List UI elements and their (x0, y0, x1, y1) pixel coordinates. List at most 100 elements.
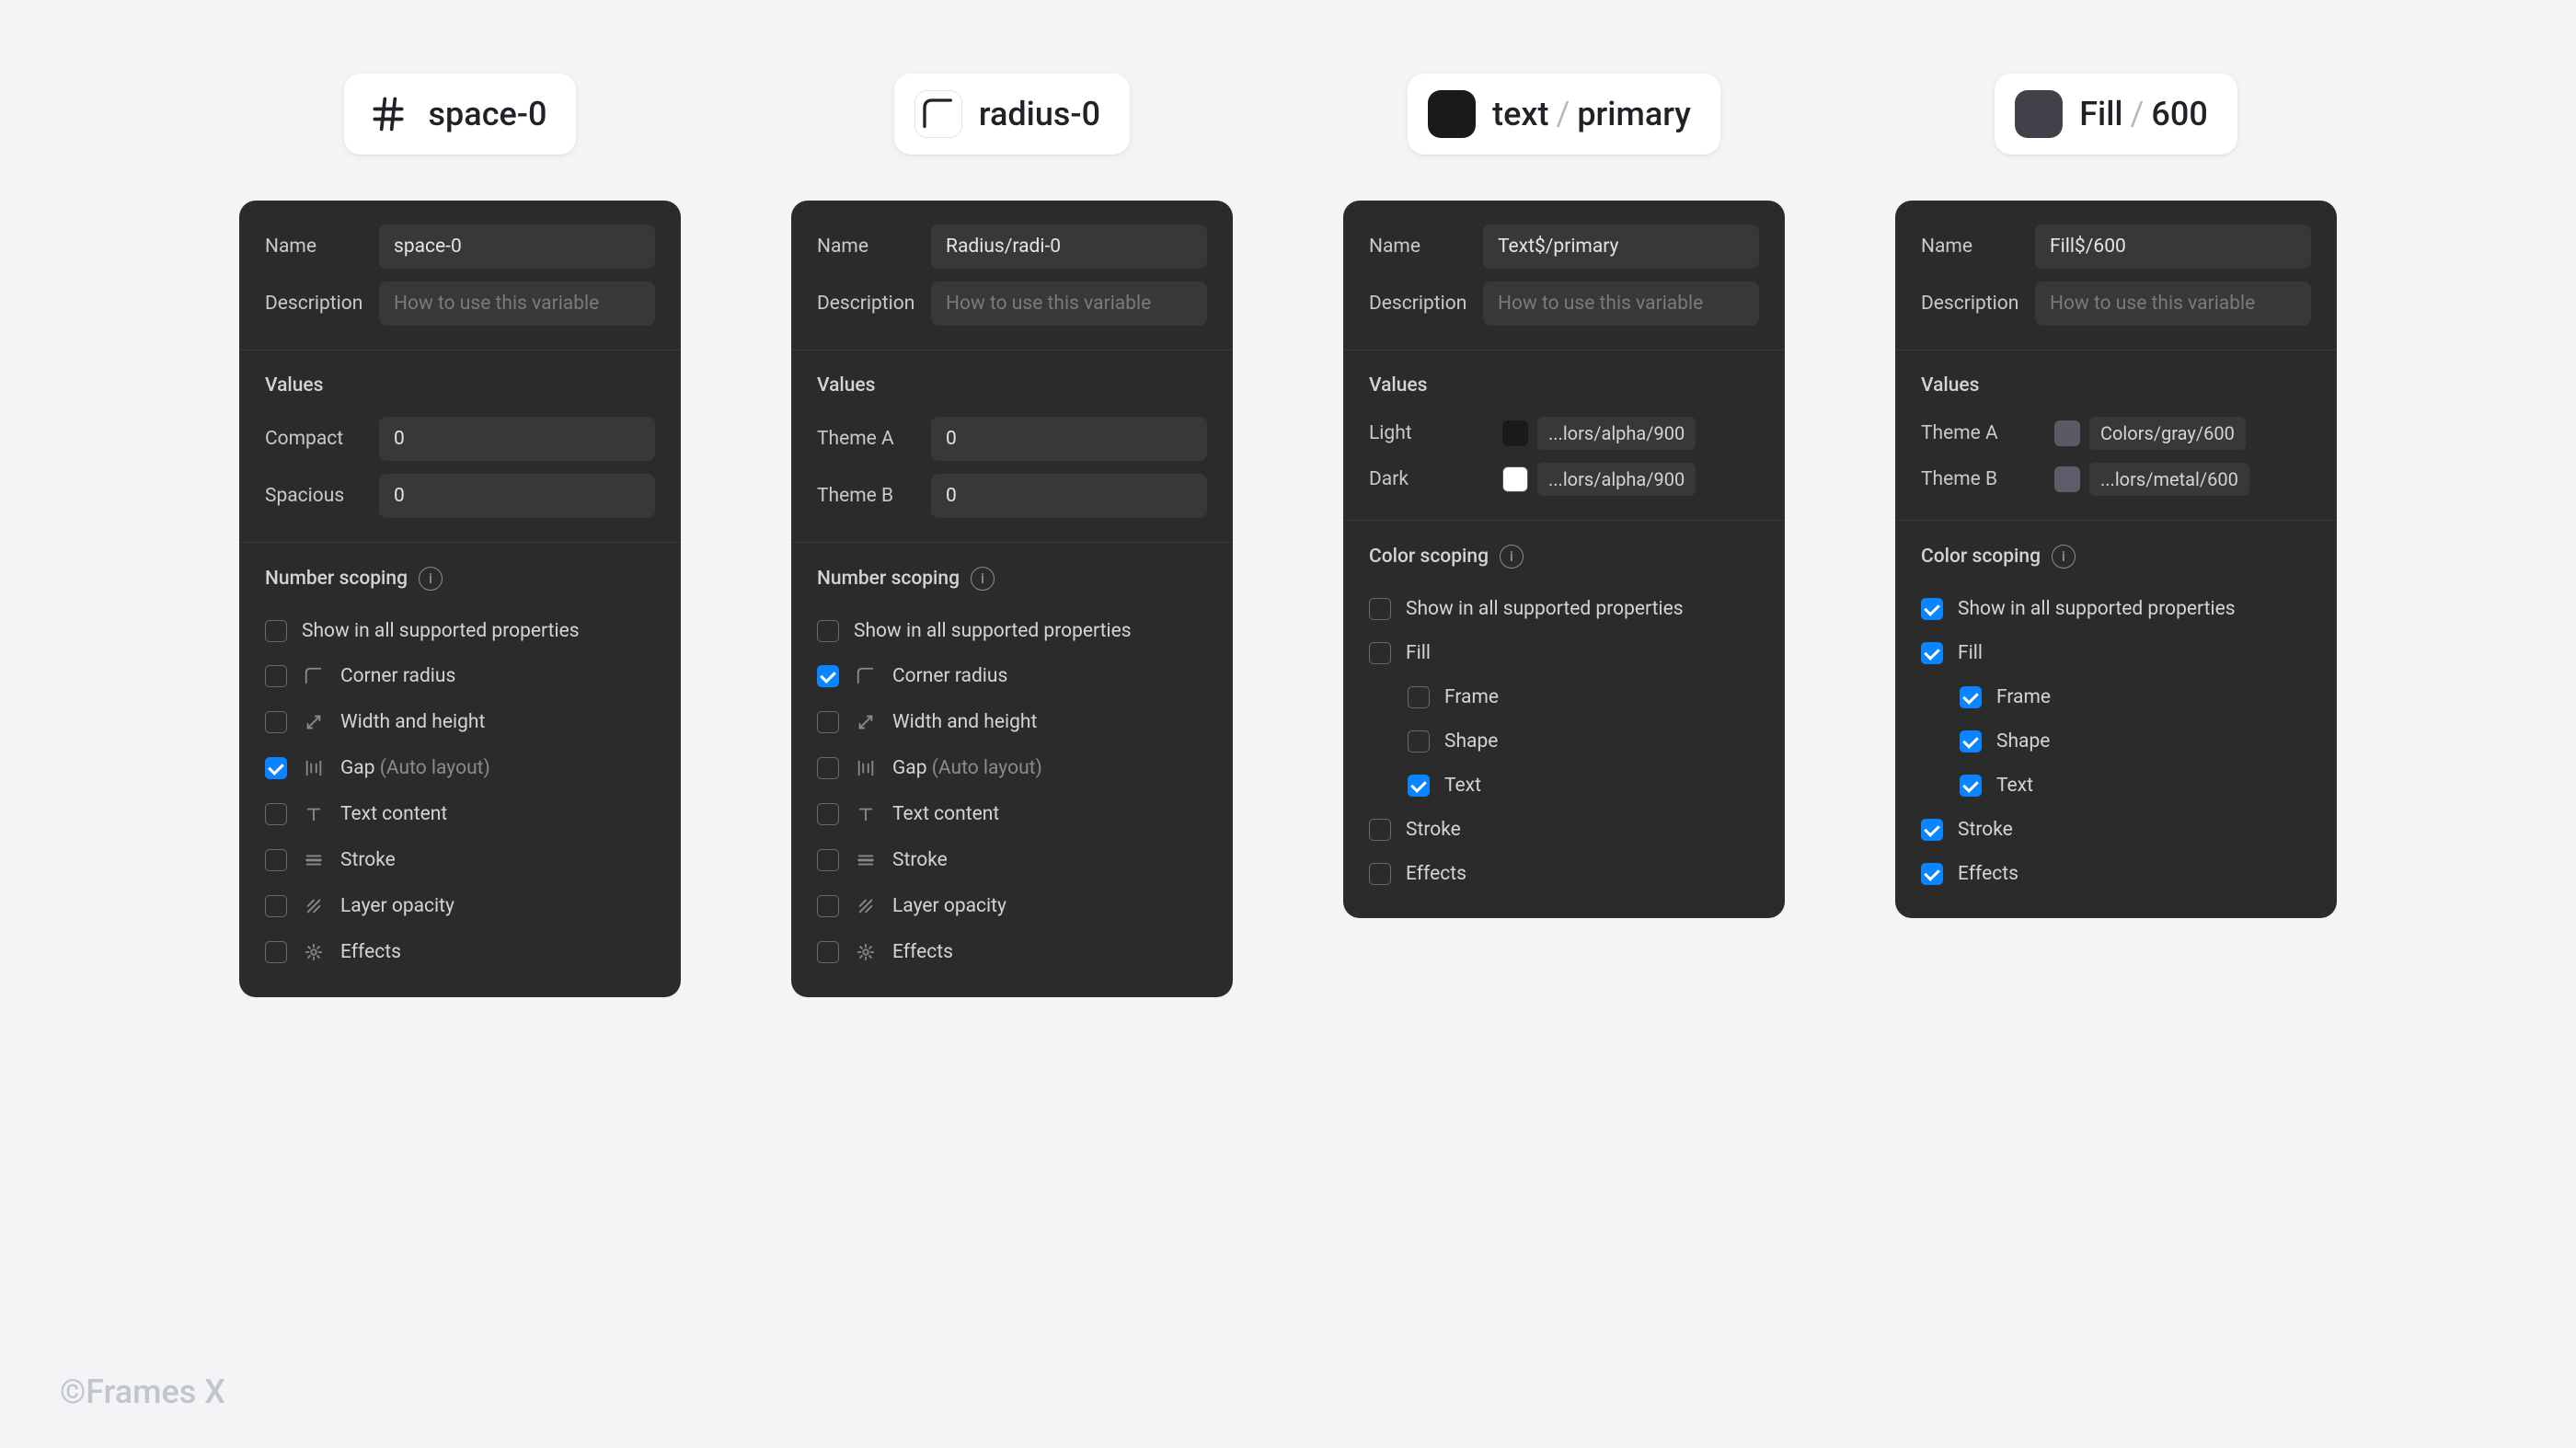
info-icon[interactable]: i (971, 567, 995, 591)
show-all-checkbox[interactable] (265, 620, 287, 642)
value-row: Spacious (265, 474, 655, 518)
scope-fill[interactable]: Fill (1369, 633, 1759, 673)
scope-shape[interactable]: Shape (1369, 721, 1759, 762)
corner-checkbox[interactable] (265, 665, 287, 687)
value-input[interactable] (379, 474, 655, 518)
text-label: Text (1996, 775, 2033, 797)
scope-effects[interactable]: Effects (1921, 854, 2311, 894)
wh-checkbox[interactable] (265, 711, 287, 733)
name-label: Name (1921, 236, 2035, 258)
scope-stroke[interactable]: Stroke (1369, 810, 1759, 850)
scope-gap[interactable]: Gap (Auto layout) (817, 747, 1207, 789)
fill-checkbox[interactable] (1369, 642, 1391, 664)
value-swatch[interactable] (1502, 466, 1528, 492)
scope-wh[interactable]: Width and height (817, 701, 1207, 743)
header-swatch (1428, 90, 1476, 138)
opacity-checkbox[interactable] (817, 895, 839, 917)
info-icon[interactable]: i (1500, 545, 1524, 569)
name-input[interactable] (2035, 224, 2311, 269)
corner-checkbox[interactable] (817, 665, 839, 687)
effects-checkbox[interactable] (265, 941, 287, 963)
value-input[interactable] (379, 417, 655, 461)
scope-opacity[interactable]: Layer opacity (817, 885, 1207, 927)
frame-checkbox[interactable] (1960, 686, 1982, 708)
opacity-label: Layer opacity (892, 895, 1006, 917)
value-chip[interactable]: Colors/gray/600 (2089, 417, 2246, 450)
values-title: Values (817, 374, 1207, 396)
scope-frame[interactable]: Frame (1921, 677, 2311, 718)
scope-tc[interactable]: Text content (265, 793, 655, 835)
gap-icon (854, 756, 878, 780)
effects-checkbox[interactable] (1369, 863, 1391, 885)
scope-corner[interactable]: Corner radius (265, 655, 655, 697)
description-input[interactable] (931, 282, 1207, 326)
stroke-checkbox[interactable] (265, 849, 287, 871)
scope-gap[interactable]: Gap (Auto layout) (265, 747, 655, 789)
value-chip[interactable]: ...lors/alpha/900 (1537, 417, 1696, 450)
scope-corner[interactable]: Corner radius (817, 655, 1207, 697)
text-label: Text (1444, 775, 1481, 797)
stroke-checkbox[interactable] (817, 849, 839, 871)
values-title: Values (1369, 374, 1759, 396)
gap-checkbox[interactable] (817, 757, 839, 779)
description-input[interactable] (2035, 282, 2311, 326)
scope-stroke[interactable]: Stroke (1921, 810, 2311, 850)
scope-text[interactable]: Text (1369, 765, 1759, 806)
info-icon[interactable]: i (419, 567, 443, 591)
scope-effects[interactable]: Effects (265, 931, 655, 973)
scope-show-all[interactable]: Show in all supported properties (817, 611, 1207, 651)
value-chip[interactable]: ...lors/metal/600 (2089, 463, 2249, 496)
frame-label: Frame (1444, 686, 1499, 708)
scope-effects[interactable]: Effects (1369, 854, 1759, 894)
stroke-checkbox[interactable] (1921, 819, 1943, 841)
scope-text[interactable]: Text (1921, 765, 2311, 806)
scope-wh[interactable]: Width and height (265, 701, 655, 743)
description-input[interactable] (379, 282, 655, 326)
info-icon[interactable]: i (2052, 545, 2076, 569)
scope-stroke[interactable]: Stroke (817, 839, 1207, 881)
scope-stroke[interactable]: Stroke (265, 839, 655, 881)
name-input[interactable] (379, 224, 655, 269)
fill-checkbox[interactable] (1921, 642, 1943, 664)
value-swatch[interactable] (1502, 420, 1528, 446)
description-input[interactable] (1483, 282, 1759, 326)
gap-checkbox[interactable] (265, 757, 287, 779)
value-swatch[interactable] (2054, 420, 2080, 446)
scope-show-all[interactable]: Show in all supported properties (1921, 589, 2311, 629)
effects-checkbox[interactable] (1921, 863, 1943, 885)
meta-section: NameDescription (1343, 201, 1785, 351)
scope-opacity[interactable]: Layer opacity (265, 885, 655, 927)
effects-checkbox[interactable] (817, 941, 839, 963)
shape-checkbox[interactable] (1960, 730, 1982, 753)
scope-show-all[interactable]: Show in all supported properties (265, 611, 655, 651)
gap-label: Gap (Auto layout) (340, 757, 490, 779)
scope-shape[interactable]: Shape (1921, 721, 2311, 762)
value-mode-label: Compact (265, 428, 379, 450)
scope-fill[interactable]: Fill (1921, 633, 2311, 673)
name-input[interactable] (931, 224, 1207, 269)
value-input[interactable] (931, 474, 1207, 518)
value-mode-label: Theme A (817, 428, 931, 450)
tc-checkbox[interactable] (265, 803, 287, 825)
wh-checkbox[interactable] (817, 711, 839, 733)
value-swatch[interactable] (2054, 466, 2080, 492)
value-chip[interactable]: ...lors/alpha/900 (1537, 463, 1696, 496)
show-all-checkbox[interactable] (817, 620, 839, 642)
text-checkbox[interactable] (1408, 775, 1430, 797)
frame-checkbox[interactable] (1408, 686, 1430, 708)
value-input[interactable] (931, 417, 1207, 461)
show-all-checkbox[interactable] (1921, 598, 1943, 620)
tc-checkbox[interactable] (817, 803, 839, 825)
text-checkbox[interactable] (1960, 775, 1982, 797)
shape-checkbox[interactable] (1408, 730, 1430, 753)
header-secondary-text: 600 (2151, 95, 2207, 133)
scope-frame[interactable]: Frame (1369, 677, 1759, 718)
scope-tc[interactable]: Text content (817, 793, 1207, 835)
stroke-checkbox[interactable] (1369, 819, 1391, 841)
tc-label: Text content (892, 803, 999, 825)
opacity-checkbox[interactable] (265, 895, 287, 917)
scope-show-all[interactable]: Show in all supported properties (1369, 589, 1759, 629)
scope-effects[interactable]: Effects (817, 931, 1207, 973)
show-all-checkbox[interactable] (1369, 598, 1391, 620)
name-input[interactable] (1483, 224, 1759, 269)
